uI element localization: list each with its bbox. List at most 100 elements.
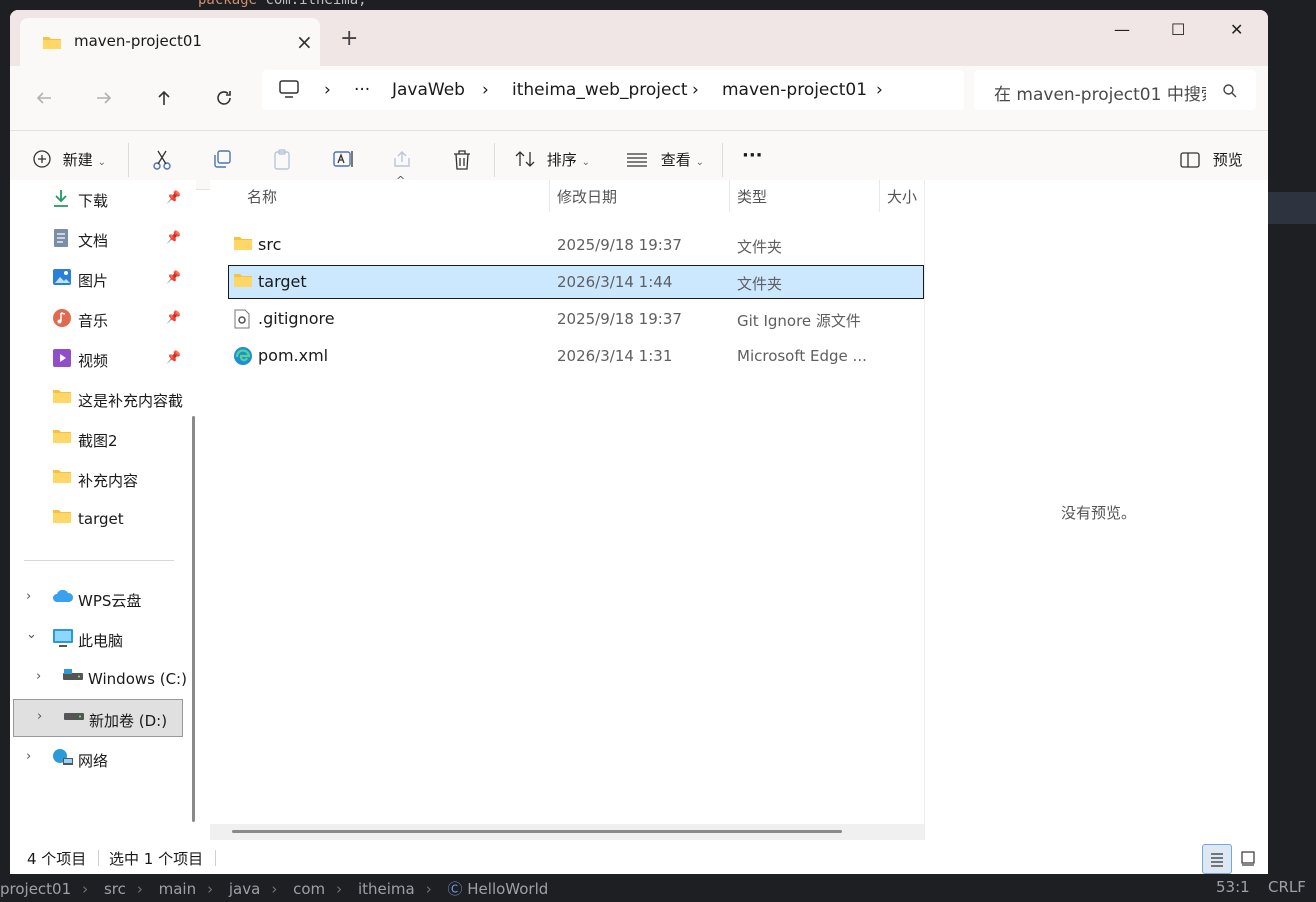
column-header-type[interactable]: 类型 <box>737 186 767 207</box>
back-arrow-icon[interactable] <box>34 88 56 110</box>
horizontal-scrollbar-thumb[interactable] <box>232 830 842 833</box>
close-window-button[interactable]: ✕ <box>1230 20 1243 39</box>
ide-crumb[interactable]: main <box>159 880 196 898</box>
chevron-right-icon[interactable]: › <box>482 80 489 100</box>
chevron-down-icon: ⌄ <box>581 157 590 168</box>
sidebar-item-folder[interactable]: 这是补充内容截 <box>10 380 186 418</box>
pin-icon[interactable]: 📌 <box>166 350 181 364</box>
cloud-icon <box>52 588 74 608</box>
minimize-button[interactable]: — <box>1114 20 1130 39</box>
file-type: 文件夹 <box>737 238 783 256</box>
column-header-size[interactable]: 大小 <box>887 186 917 207</box>
sidebar-item-drive-c[interactable]: › Windows (C:) <box>10 660 187 698</box>
file-date: 2026/3/14 1:44 <box>557 273 673 291</box>
chevron-right-icon[interactable]: › <box>37 709 42 724</box>
preview-button-label: 预览 <box>1212 151 1243 169</box>
column-divider[interactable] <box>879 180 880 212</box>
pin-icon[interactable]: 📌 <box>166 270 181 284</box>
copy-icon[interactable] <box>212 149 232 173</box>
sidebar-item-downloads[interactable]: 下载 📌 <box>10 180 186 218</box>
toolbar-divider <box>722 143 723 177</box>
sidebar-item-network[interactable]: › 网络 <box>10 740 186 778</box>
pin-icon[interactable]: 📌 <box>166 230 181 244</box>
chevron-right-icon[interactable]: › <box>324 80 331 100</box>
address-bar[interactable]: › ··· JavaWeb › itheima_web_project › ma… <box>262 70 964 110</box>
ide-crumb[interactable]: com <box>293 880 325 898</box>
cursor-position[interactable]: 53:1 <box>1216 878 1250 896</box>
explorer-tab[interactable]: maven-project01 × <box>20 18 320 66</box>
preview-pane: 没有预览。 <box>924 180 1268 840</box>
chevron-right-icon[interactable]: › <box>26 749 31 764</box>
search-box[interactable]: 在 maven-project01 中搜索 <box>974 70 1256 110</box>
sidebar-scrollbar[interactable] <box>192 416 195 822</box>
chevron-right-icon[interactable]: › <box>876 80 883 100</box>
sidebar-item-pictures[interactable]: 图片 📌 <box>10 260 186 298</box>
column-divider[interactable] <box>729 180 730 212</box>
preview-pane-icon <box>1180 152 1200 172</box>
table-row[interactable]: pom.xml 2026/3/14 1:31 Microsoft Edge ..… <box>228 339 922 373</box>
column-header-date[interactable]: 修改日期 <box>557 186 617 207</box>
settings-file-icon <box>233 309 251 333</box>
rename-icon[interactable] <box>332 149 354 173</box>
sidebar-item-label: 这是补充内容截 <box>78 392 184 410</box>
view-button[interactable]: 查看 ⌄ <box>626 149 704 172</box>
file-date: 2026/3/14 1:31 <box>557 347 673 365</box>
table-row-selected[interactable]: target 2026/3/14 1:44 文件夹 <box>228 265 924 299</box>
column-header-name[interactable]: 名称 <box>247 186 277 207</box>
address-overflow-button[interactable]: ··· <box>354 80 370 100</box>
table-row[interactable]: .gitignore 2025/9/18 19:37 Git Ignore 源文… <box>228 302 922 336</box>
plus-circle-icon <box>32 149 52 173</box>
up-arrow-icon[interactable] <box>154 88 176 110</box>
address-segment-current[interactable]: maven-project01 <box>722 80 867 100</box>
new-button[interactable]: 新建 ⌄ <box>32 149 106 173</box>
forward-arrow-icon[interactable] <box>94 88 116 110</box>
sidebar-item-drive-d[interactable]: › 新加卷 (D:) <box>13 699 183 737</box>
chevron-right-icon[interactable]: › <box>36 669 41 684</box>
close-tab-icon[interactable]: × <box>296 30 313 54</box>
sidebar-item-label: 此电脑 <box>78 632 124 650</box>
ide-crumb[interactable]: HelloWorld <box>467 880 548 898</box>
share-icon[interactable] <box>392 149 412 173</box>
sidebar-item-music[interactable]: 音乐 📌 <box>10 300 186 338</box>
ide-crumb[interactable]: project01 <box>0 880 71 898</box>
sidebar-item-folder[interactable]: 截图2 <box>10 420 186 458</box>
sidebar-item-videos[interactable]: 视频 📌 <box>10 340 186 378</box>
refresh-icon[interactable] <box>214 88 236 110</box>
sidebar-item-this-pc[interactable]: ⌄ 此电脑 <box>10 620 186 658</box>
ide-crumb[interactable]: java <box>229 880 260 898</box>
ide-crumb[interactable]: src <box>104 880 126 898</box>
chevron-right-icon[interactable]: › <box>26 589 31 604</box>
table-row[interactable]: src 2025/9/18 19:37 文件夹 <box>228 228 922 262</box>
file-explorer-window: maven-project01 × + — ☐ ✕ › ··· JavaWeb … <box>10 10 1268 874</box>
paste-icon[interactable] <box>272 149 292 175</box>
this-pc-icon[interactable] <box>278 79 300 104</box>
new-tab-button[interactable]: + <box>340 28 358 50</box>
more-options-button[interactable]: ··· <box>742 145 763 166</box>
pin-icon[interactable]: 📌 <box>166 310 181 324</box>
sidebar-item-folder[interactable]: target <box>10 500 186 538</box>
details-view-button[interactable] <box>1202 844 1232 874</box>
folder-icon <box>52 428 72 448</box>
line-ending[interactable]: CRLF <box>1268 878 1306 896</box>
maximize-button[interactable]: ☐ <box>1171 20 1185 39</box>
chevron-right-icon[interactable]: › <box>692 80 699 100</box>
search-icon[interactable] <box>1222 83 1238 104</box>
cut-icon[interactable] <box>152 149 172 175</box>
tiles-view-button[interactable] <box>1234 844 1262 872</box>
sort-button-label: 排序 <box>546 151 577 169</box>
sidebar-item-folder[interactable]: 补充内容 <box>10 460 186 498</box>
ide-code-value: com.itheima; <box>265 0 367 8</box>
ide-crumb[interactable]: itheima <box>358 880 415 898</box>
ide-code-line: package com.itheima; <box>198 0 367 8</box>
delete-icon[interactable] <box>452 149 472 175</box>
sidebar-item-wps-cloud[interactable]: › WPS云盘 <box>10 580 186 618</box>
chevron-down-icon[interactable]: ⌄ <box>26 627 37 642</box>
pin-icon[interactable]: 📌 <box>166 190 181 204</box>
chevron-down-icon: ⌄ <box>695 157 704 168</box>
column-divider[interactable] <box>549 180 550 212</box>
preview-pane-button[interactable]: 预览 <box>1180 149 1243 172</box>
address-segment-javaweb[interactable]: JavaWeb <box>392 80 465 100</box>
sidebar-item-documents[interactable]: 文档 📌 <box>10 220 186 258</box>
address-segment-itheima[interactable]: itheima_web_project <box>512 80 687 100</box>
sort-button[interactable]: 排序 ⌄ <box>514 149 590 173</box>
